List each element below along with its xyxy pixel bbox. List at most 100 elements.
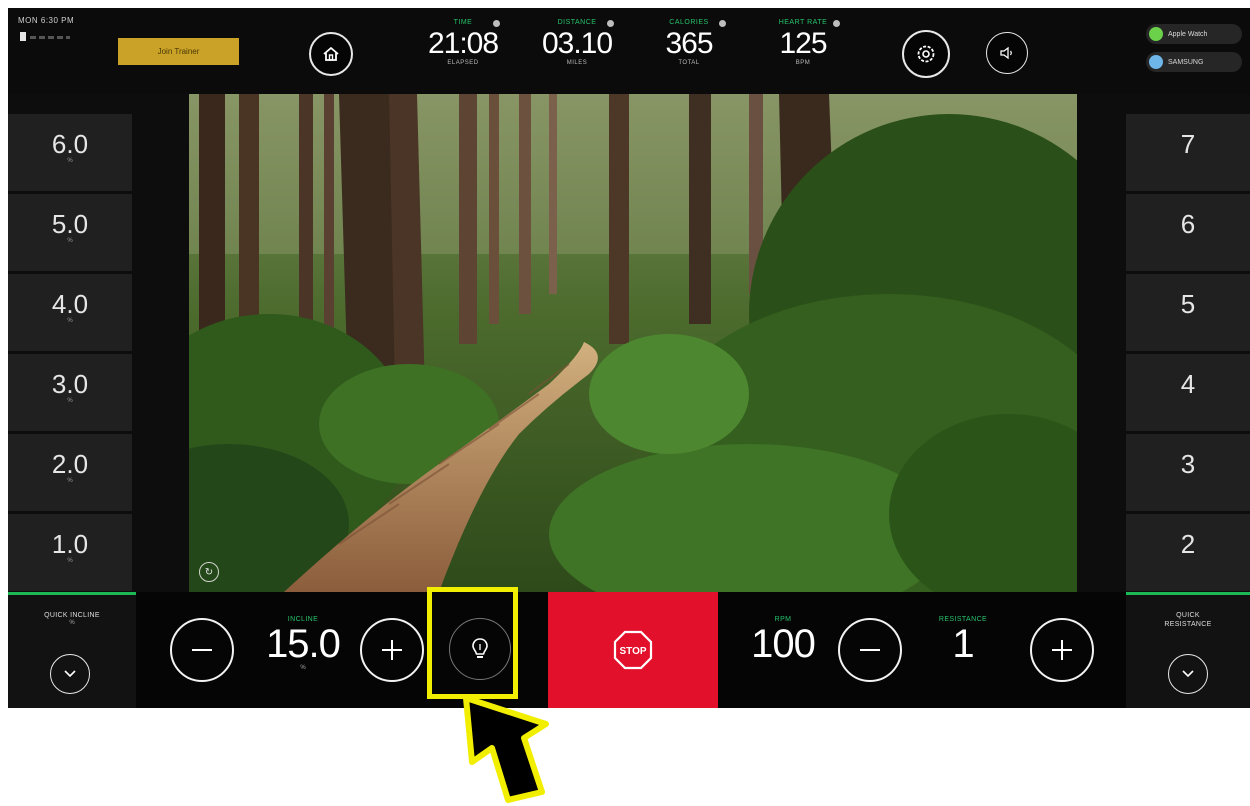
chevron-down-icon	[1182, 670, 1194, 678]
stat-value: 03.10	[541, 27, 613, 60]
quick-resistance-button[interactable]	[1168, 654, 1208, 694]
stat-value: 125	[779, 27, 827, 60]
pointer-arrow-icon	[463, 696, 549, 803]
stat-unit: MILES	[566, 60, 588, 66]
resistance-value: 1	[952, 622, 974, 666]
resistance-readout: RESISTANCE 1	[918, 616, 1008, 665]
resistance-preset[interactable]: 4	[1126, 354, 1250, 431]
preset-value: 1.0	[51, 529, 89, 559]
resistance-preset[interactable]: 5	[1126, 274, 1250, 351]
control-bar: QUICK INCLINE % INCLINE 15.0 % STOP RPM …	[8, 592, 1250, 708]
incline-preset[interactable]: 3.0 %	[8, 354, 132, 431]
preset-unit: %	[67, 478, 73, 484]
trainer-button[interactable]: Join Trainer	[118, 38, 239, 65]
incline-preset[interactable]: 6.0 %	[8, 114, 132, 191]
battery-icon	[20, 32, 26, 41]
accent-line	[1126, 592, 1250, 595]
settings-button[interactable]	[902, 30, 950, 78]
workout-scene-video: ↻	[189, 94, 1077, 592]
minus-icon	[192, 649, 212, 651]
preset-value: 2	[1180, 529, 1196, 559]
stat-heart-rate: HEART RATE 125 BPM	[758, 18, 848, 66]
preset-unit: %	[67, 398, 73, 404]
partner-label: SAMSUNG	[1168, 58, 1204, 66]
preset-unit: %	[67, 238, 73, 244]
partner-label: Apple Watch	[1168, 30, 1208, 38]
treadmill-app: MON 6:30 PM Join Trainer TIME 21:08 ELAP…	[8, 8, 1250, 708]
signal-indicator	[30, 36, 70, 39]
stop-sign-icon: STOP	[613, 630, 653, 670]
preset-value: 4.0	[51, 289, 89, 319]
info-dot-icon[interactable]	[833, 20, 840, 27]
incline-readout: INCLINE 15.0 %	[248, 616, 358, 671]
preset-value: 2.0	[51, 449, 89, 479]
route-logo-icon: ↻	[199, 562, 219, 582]
resistance-decrease-button[interactable]	[838, 618, 902, 682]
stat-unit: BPM	[795, 60, 811, 66]
resistance-presets: 7 6 5 4 3 2	[1122, 94, 1250, 592]
resistance-preset[interactable]: 2	[1126, 514, 1250, 591]
plus-icon	[1052, 640, 1072, 660]
quick-incline-panel: QUICK INCLINE %	[8, 592, 136, 708]
speaker-icon	[1000, 46, 1012, 60]
incline-decrease-button[interactable]	[170, 618, 234, 682]
incline-presets: 6.0 % 5.0 % 4.0 % 3.0 % 2.0 % 1.0 %	[8, 94, 136, 592]
gear-icon	[917, 45, 935, 63]
quick-incline-button[interactable]	[50, 654, 90, 694]
preset-value: 4	[1180, 369, 1196, 399]
resistance-preset[interactable]: 6	[1126, 194, 1250, 271]
minus-icon	[860, 649, 880, 651]
highlight-box	[427, 587, 518, 699]
preset-value: 7	[1180, 129, 1196, 159]
stat-unit: TOTAL	[678, 60, 700, 66]
samsung-badge[interactable]: SAMSUNG	[1146, 52, 1242, 72]
incline-preset[interactable]: 5.0 %	[8, 194, 132, 271]
stat-calories: CALORIES 365 TOTAL	[644, 18, 734, 66]
status-clock: MON 6:30 PM	[18, 16, 75, 25]
apple-watch-badge[interactable]: Apple Watch	[1146, 24, 1242, 44]
preset-value: 5.0	[51, 209, 89, 239]
stop-label: STOP	[619, 646, 646, 657]
resistance-preset[interactable]: 3	[1126, 434, 1250, 511]
accent-line	[8, 592, 136, 595]
home-icon	[323, 46, 339, 61]
forest-trail-image	[189, 94, 1077, 592]
incline-preset[interactable]: 4.0 %	[8, 274, 132, 351]
rpm-value: 100	[751, 622, 816, 666]
info-dot-icon[interactable]	[719, 20, 726, 27]
top-bar: MON 6:30 PM Join Trainer TIME 21:08 ELAP…	[8, 8, 1250, 94]
rpm-readout: RPM 100	[748, 616, 818, 665]
resistance-preset[interactable]: 7	[1126, 114, 1250, 191]
incline-increase-button[interactable]	[360, 618, 424, 682]
quick-resistance-label: QUICK RESISTANCE	[1164, 612, 1212, 628]
preset-unit: %	[67, 318, 73, 324]
incline-unit: %	[300, 665, 306, 671]
resistance-increase-button[interactable]	[1030, 618, 1094, 682]
quick-incline-label: QUICK INCLINE	[44, 612, 100, 619]
stat-unit: ELAPSED	[447, 60, 479, 66]
stat-value: 365	[665, 27, 713, 60]
preset-unit: %	[67, 558, 73, 564]
chevron-down-icon	[64, 670, 76, 678]
stat-distance: DISTANCE 03.10 MILES	[532, 18, 622, 66]
info-dot-icon[interactable]	[493, 20, 500, 27]
plus-icon	[382, 640, 402, 660]
stat-value: 21:08	[427, 27, 499, 60]
quick-resistance-panel: QUICK RESISTANCE	[1126, 592, 1250, 708]
info-dot-icon[interactable]	[607, 20, 614, 27]
stop-button[interactable]: STOP	[548, 592, 718, 708]
quick-incline-unit: %	[69, 620, 75, 626]
incline-preset[interactable]: 2.0 %	[8, 434, 132, 511]
incline-preset[interactable]: 1.0 %	[8, 514, 132, 591]
apple-watch-icon	[1149, 27, 1163, 41]
incline-value: 15.0	[266, 622, 341, 666]
preset-value: 6	[1180, 209, 1196, 239]
preset-value: 5	[1180, 289, 1196, 319]
home-button[interactable]	[309, 32, 353, 76]
preset-unit: %	[67, 158, 73, 164]
preset-value: 3.0	[51, 369, 89, 399]
stat-time: TIME 21:08 ELAPSED	[418, 18, 508, 66]
volume-button[interactable]	[986, 32, 1028, 74]
preset-value: 3	[1180, 449, 1196, 479]
samsung-health-icon	[1149, 55, 1163, 69]
